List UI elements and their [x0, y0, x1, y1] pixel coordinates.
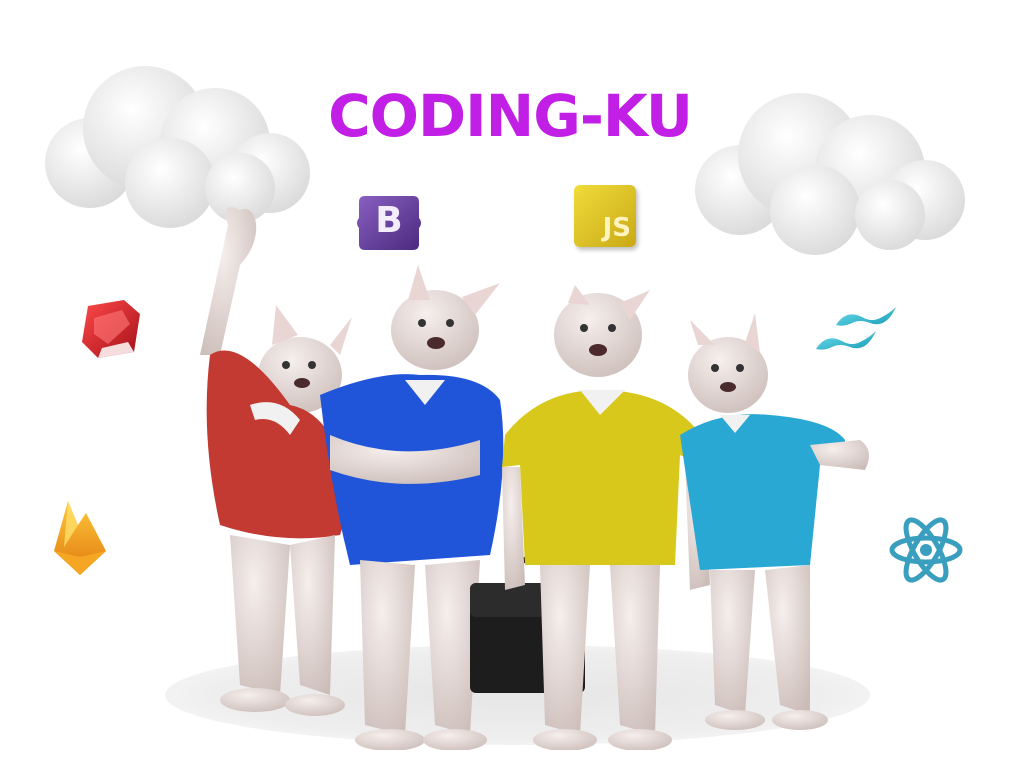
firebase-icon	[54, 501, 106, 575]
react-icon	[889, 517, 963, 583]
mascot-cyan-shirt	[680, 313, 869, 730]
cloud-icon	[45, 66, 310, 228]
ruby-icon	[82, 300, 140, 358]
mascot-group	[200, 207, 869, 750]
